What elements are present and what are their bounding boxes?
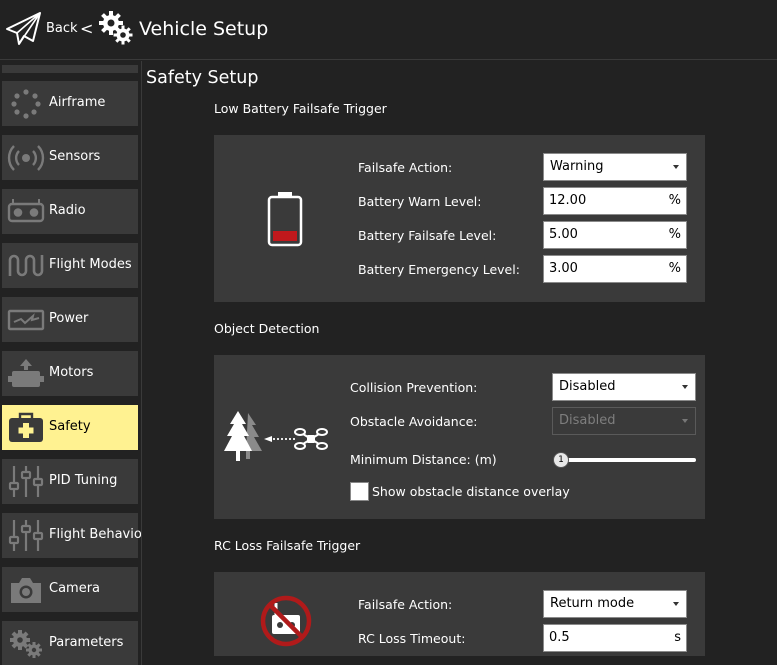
sidebar-item-label: Motors: [49, 365, 94, 380]
sidebar-scroll-remnant: [2, 65, 138, 73]
sensors-icon: [7, 145, 45, 171]
battery-failsafe-action-label: Failsafe Action:: [358, 160, 453, 175]
sidebar-item-camera[interactable]: Camera: [2, 567, 138, 612]
airframe-icon: [11, 89, 41, 119]
motors-icon: [8, 359, 44, 387]
rc-failsafe-action-select[interactable]: Return mode: [543, 590, 687, 618]
obstacle-avoidance-label: Obstacle Avoidance:: [350, 414, 478, 429]
rc-loss-section-title: RC Loss Failsafe Trigger: [214, 538, 361, 553]
battery-emergency-level-label: Battery Emergency Level:: [358, 262, 520, 277]
sidebar-item-label: Flight Behavior: [49, 527, 142, 542]
sidebar-item-radio[interactable]: Radio: [2, 189, 138, 234]
minimum-distance-slider-handle[interactable]: 1: [553, 452, 569, 468]
dropdown-arrow-icon: [673, 602, 679, 606]
rc-signal-lost-icon: [260, 595, 312, 647]
rc-failsafe-action-label: Failsafe Action:: [358, 597, 453, 612]
breadcrumb-separator: <: [80, 19, 94, 38]
toolbar: Back < Vehicle Setup: [0, 0, 777, 60]
select-value: Warning: [550, 159, 604, 174]
object-detection-section-title: Object Detection: [214, 321, 320, 336]
sidebar-item-sensors[interactable]: Sensors: [2, 135, 138, 180]
select-value: Return mode: [550, 596, 635, 611]
sidebar-item-safety[interactable]: Safety: [2, 405, 138, 450]
minimum-distance-label: Minimum Distance: (m): [350, 452, 497, 467]
sidebar-item-label: Radio: [49, 203, 86, 218]
battery-failsafe-level-field[interactable]: 5.00 %: [543, 221, 687, 249]
page-header-title: Vehicle Setup: [139, 18, 269, 40]
parameters-icon: [10, 630, 42, 658]
obstacle-avoidance-select[interactable]: Disabled: [552, 407, 696, 435]
battery-warn-level-field[interactable]: 12.00 %: [543, 187, 687, 215]
select-value: Disabled: [559, 413, 616, 428]
sidebar-item-pid-tuning[interactable]: PID Tuning: [2, 459, 138, 504]
field-unit: s: [674, 630, 681, 645]
rc-loss-timeout-field[interactable]: 0.5 s: [543, 624, 687, 652]
sidebar-item-label: Safety: [49, 419, 91, 434]
battery-warn-level-label: Battery Warn Level:: [358, 194, 482, 209]
field-value: 12.00: [549, 193, 587, 208]
select-value: Disabled: [559, 379, 616, 394]
battery-failsafe-action-select[interactable]: Warning: [543, 153, 687, 181]
sidebar[interactable]: Airframe Sensors Radio Flight Modes Powe…: [0, 61, 142, 665]
paper-plane-icon[interactable]: [4, 10, 42, 48]
sidebar-item-label: PID Tuning: [49, 473, 118, 488]
field-value: 0.5: [549, 630, 570, 645]
back-button[interactable]: Back: [46, 21, 78, 36]
sidebar-item-label: Parameters: [49, 635, 124, 650]
sidebar-item-label: Flight Modes: [49, 257, 132, 272]
sidebar-item-label: Camera: [49, 581, 101, 596]
battery-failsafe-level-label: Battery Failsafe Level:: [358, 228, 497, 243]
camera-icon: [11, 578, 41, 603]
radio-icon: [7, 199, 45, 223]
dropdown-arrow-icon: [673, 165, 679, 169]
field-unit: %: [668, 261, 681, 276]
sidebar-item-motors[interactable]: Motors: [2, 351, 138, 396]
sidebar-item-flight-modes[interactable]: Flight Modes: [2, 243, 138, 288]
field-value: 3.00: [549, 261, 578, 276]
obstacle-overlay-checkbox[interactable]: [350, 482, 369, 501]
gears-icon: [99, 11, 133, 45]
sidebar-item-label: Sensors: [49, 149, 101, 164]
sidebar-item-parameters[interactable]: Parameters: [2, 621, 138, 665]
field-unit: %: [668, 193, 681, 208]
safety-icon: [9, 412, 43, 442]
collision-prevention-label: Collision Prevention:: [350, 380, 478, 395]
page-title: Safety Setup: [146, 68, 259, 88]
pid-tuning-icon: [8, 466, 44, 497]
low-battery-section-title: Low Battery Failsafe Trigger: [214, 101, 387, 116]
sidebar-item-label: Airframe: [49, 95, 106, 110]
rc-loss-timeout-label: RC Loss Timeout:: [358, 631, 466, 646]
power-icon: [7, 309, 45, 331]
sidebar-item-label: Power: [49, 311, 89, 326]
obstacle-detection-icon: [224, 411, 328, 461]
dropdown-arrow-icon: [682, 419, 688, 423]
field-value: 5.00: [549, 227, 578, 242]
battery-emergency-level-field[interactable]: 3.00 %: [543, 255, 687, 283]
sidebar-item-airframe[interactable]: Airframe: [2, 81, 138, 126]
collision-prevention-select[interactable]: Disabled: [552, 373, 696, 401]
field-unit: %: [668, 227, 681, 242]
sidebar-item-flight-behavior[interactable]: Flight Behavior: [2, 513, 141, 558]
obstacle-overlay-label[interactable]: Show obstacle distance overlay: [372, 484, 570, 499]
dropdown-arrow-icon: [682, 385, 688, 389]
sidebar-item-power[interactable]: Power: [2, 297, 138, 342]
flight-modes-icon: [8, 254, 44, 277]
flight-behavior-icon: [8, 520, 44, 551]
minimum-distance-slider-track[interactable]: [556, 458, 696, 462]
battery-low-icon: [267, 192, 303, 247]
